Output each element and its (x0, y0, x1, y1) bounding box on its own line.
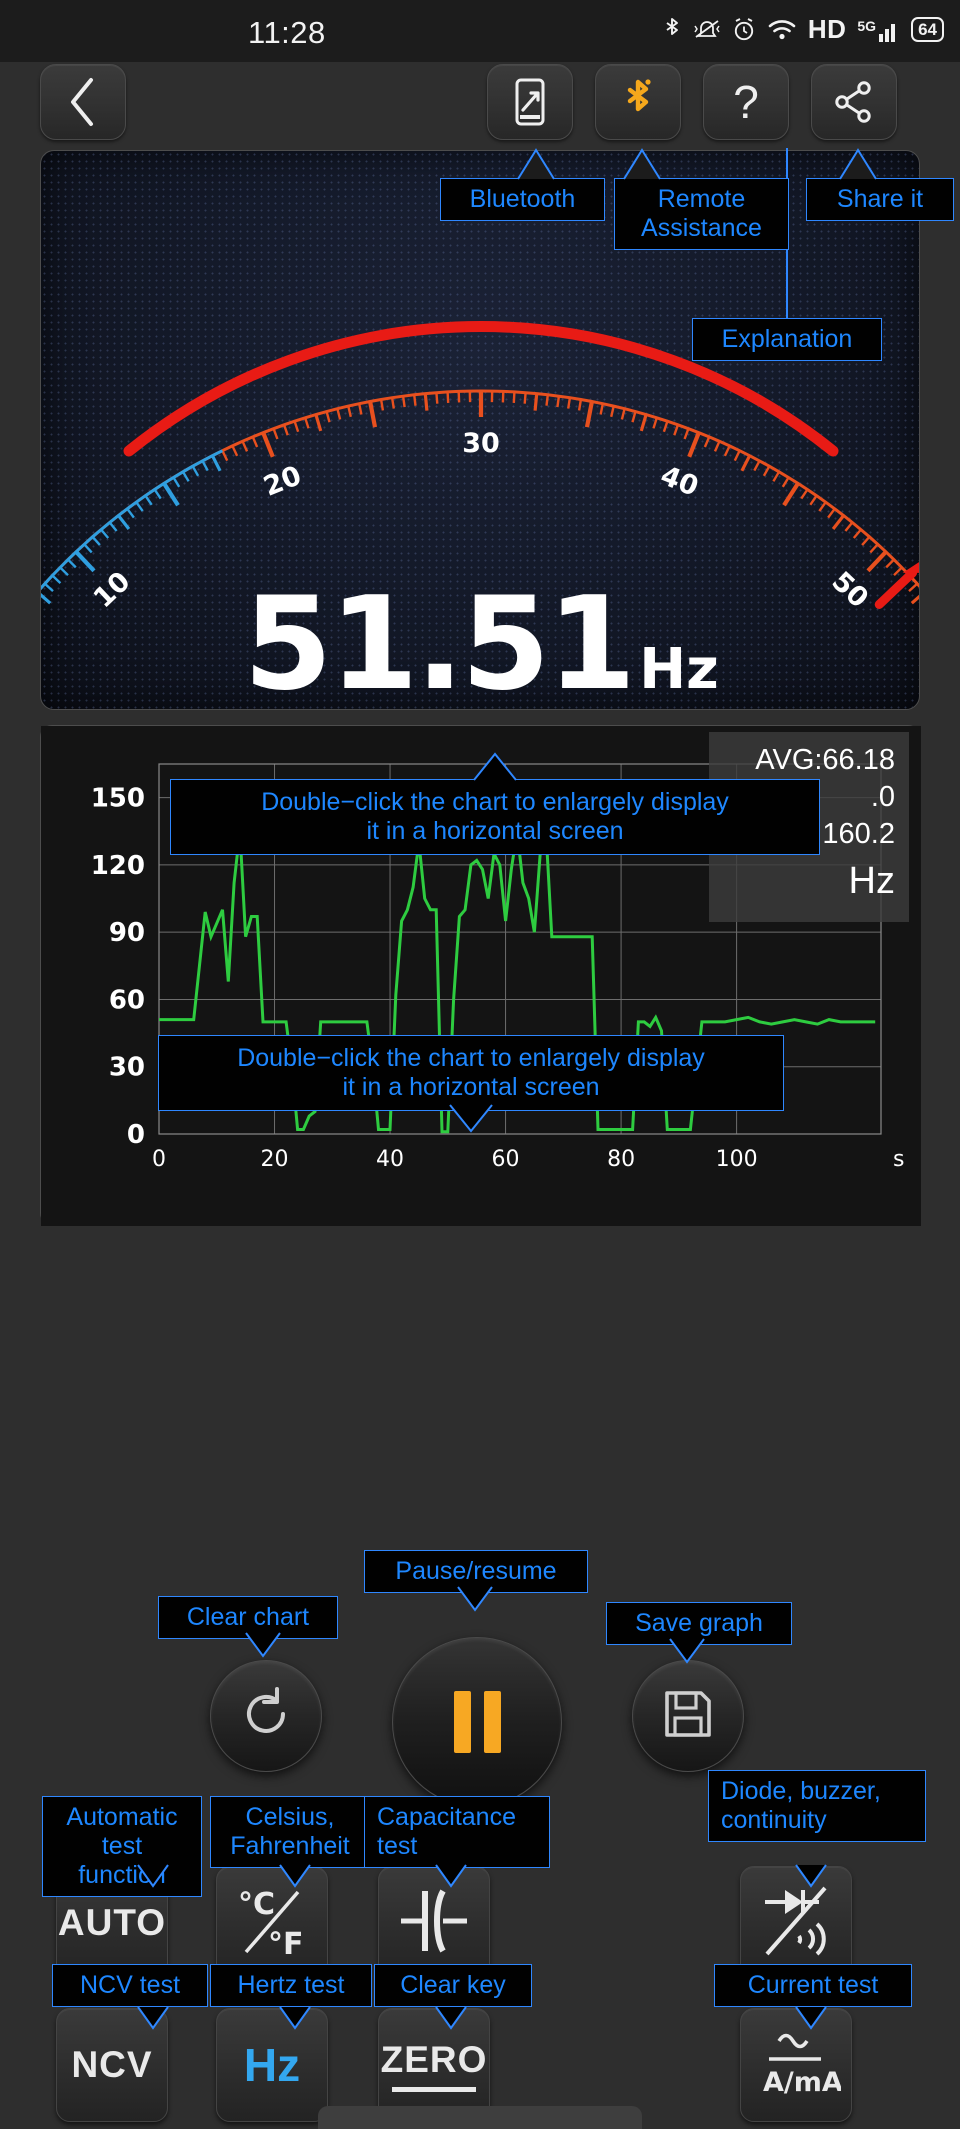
callout-hertz-test: Hertz test (210, 1964, 372, 2007)
callout-chart-hint-pointer (448, 1104, 494, 1133)
bottom-handle (318, 2106, 642, 2129)
callout-share-it-pointer (838, 148, 878, 180)
gauge-value: 51.51 (243, 570, 636, 710)
callout-chart-hint: Double−click the chart to enlargely disp… (158, 1035, 784, 1111)
svg-text:90: 90 (109, 918, 145, 948)
app-root: 11:28 HD 5G 64 ? 10 20 30 40 50 51.51 Hz… (0, 0, 960, 2129)
callout-clear-key: Clear key (374, 1964, 532, 2007)
share-button[interactable] (811, 64, 897, 140)
diode-buzzer-icon (755, 1880, 837, 1967)
svg-text:40: 40 (656, 460, 702, 503)
pause-resume-button[interactable] (392, 1637, 562, 1807)
capacitor-icon (395, 1885, 473, 1962)
vibrate-off-icon (693, 17, 721, 43)
stat-unit: Hz (848, 860, 895, 903)
gauge-readout: 51.51 Hz (41, 581, 919, 709)
callout-ncv-test: NCV test (52, 1964, 208, 2007)
svg-text:100: 100 (716, 1147, 758, 1172)
svg-text:°F: °F (268, 1927, 304, 1962)
wifi-icon (767, 17, 797, 43)
callout-share-it: Share it (806, 178, 954, 221)
callout-pause-resume-pointer (456, 1586, 494, 1612)
callout-save-graph-pointer (668, 1638, 706, 1664)
svg-text:60: 60 (492, 1147, 520, 1172)
current-icon: A/mA (751, 2023, 843, 2108)
status-time: 11:28 (248, 15, 326, 50)
callout-current-test: Current test (714, 1964, 912, 2007)
callout-current-test-pointer (794, 2006, 828, 2030)
callout-automatic-test: Automatic test function (42, 1796, 202, 1897)
zero-key-wrap: ZERO (381, 2039, 488, 2092)
status-bar: 11:28 HD 5G 64 (0, 0, 960, 62)
screen-rotate-button[interactable] (487, 64, 573, 140)
help-button[interactable]: ? (703, 64, 789, 140)
callout-diode-buzzer: Diode, buzzer, continuity (708, 1770, 926, 1842)
temperature-icon: °C °F (234, 1880, 310, 1967)
svg-text:°C: °C (238, 1887, 275, 1922)
svg-text:0: 0 (152, 1147, 166, 1172)
callout-gauge-hint-pointer (472, 752, 518, 781)
top-toolbar: ? (0, 58, 960, 148)
bluetooth-icon (662, 16, 682, 44)
hd-icon: HD (807, 14, 847, 44)
svg-text:80: 80 (607, 1147, 635, 1172)
callout-celsius-fahrenheit-pointer (278, 1864, 312, 1888)
callout-clear-chart-pointer (244, 1632, 282, 1658)
bluetooth-button[interactable] (595, 64, 681, 140)
status-icons: HD 5G 64 (662, 14, 944, 45)
stat-avg: AVG:66.18 (755, 744, 895, 776)
callout-hertz-test-pointer (278, 2006, 312, 2030)
ncv-key-label: NCV (71, 2044, 153, 2085)
svg-text:20: 20 (261, 1147, 289, 1172)
svg-text:40: 40 (376, 1147, 404, 1172)
svg-text:120: 120 (91, 851, 145, 881)
zero-underline (392, 2086, 476, 2092)
clear-chart-button[interactable] (210, 1660, 322, 1772)
callout-explanation: Explanation (692, 318, 882, 361)
svg-text:20: 20 (259, 460, 305, 503)
callout-ncv-test-pointer (136, 2006, 170, 2030)
svg-text:150: 150 (91, 784, 145, 814)
back-button[interactable] (40, 64, 126, 140)
floppy-disk-icon (662, 1688, 714, 1745)
save-graph-button[interactable] (632, 1660, 744, 1772)
callout-automatic-test-pointer (136, 1864, 170, 1888)
callout-capacitance-test: Capacitance test (364, 1796, 550, 1868)
alarm-icon (732, 17, 756, 43)
callout-celsius-fahrenheit: Celsius, Fahrenheit (210, 1796, 370, 1868)
callout-remote-assistance-pointer (622, 148, 662, 180)
battery-icon: 64 (911, 16, 944, 43)
chevron-left-icon (66, 76, 100, 128)
callout-gauge-hint: Double−click the chart to enlargely disp… (170, 779, 820, 855)
callout-capacitance-test-pointer (434, 1864, 468, 1888)
svg-text:30: 30 (462, 428, 500, 459)
pause-icon (453, 1691, 501, 1753)
callout-bluetooth-pointer (516, 148, 556, 180)
svg-text:30: 30 (109, 1053, 145, 1083)
screen-rotate-icon (510, 77, 550, 127)
bluetooth-icon (620, 76, 656, 128)
share-icon (832, 79, 876, 125)
svg-text:60: 60 (109, 985, 145, 1015)
auto-key-label: AUTO (57, 1902, 167, 1943)
svg-text:s: s (893, 1147, 904, 1172)
5g-signal-icon: 5G (857, 18, 900, 42)
callout-diode-buzzer-pointer (794, 1864, 828, 1888)
callout-bluetooth: Bluetooth (440, 178, 605, 221)
svg-text:0: 0 (127, 1120, 145, 1150)
hertz-key-label: Hz (243, 2039, 301, 2091)
callout-clear-key-pointer (434, 2006, 468, 2030)
svg-text:A/mA: A/mA (763, 2067, 841, 2098)
gauge-unit: Hz (639, 637, 719, 702)
undo-circle-icon (237, 1685, 295, 1748)
question-mark-icon: ? (733, 76, 759, 128)
callout-remote-assistance: Remote Assistance (614, 178, 789, 250)
zero-key-label: ZERO (380, 2038, 488, 2080)
